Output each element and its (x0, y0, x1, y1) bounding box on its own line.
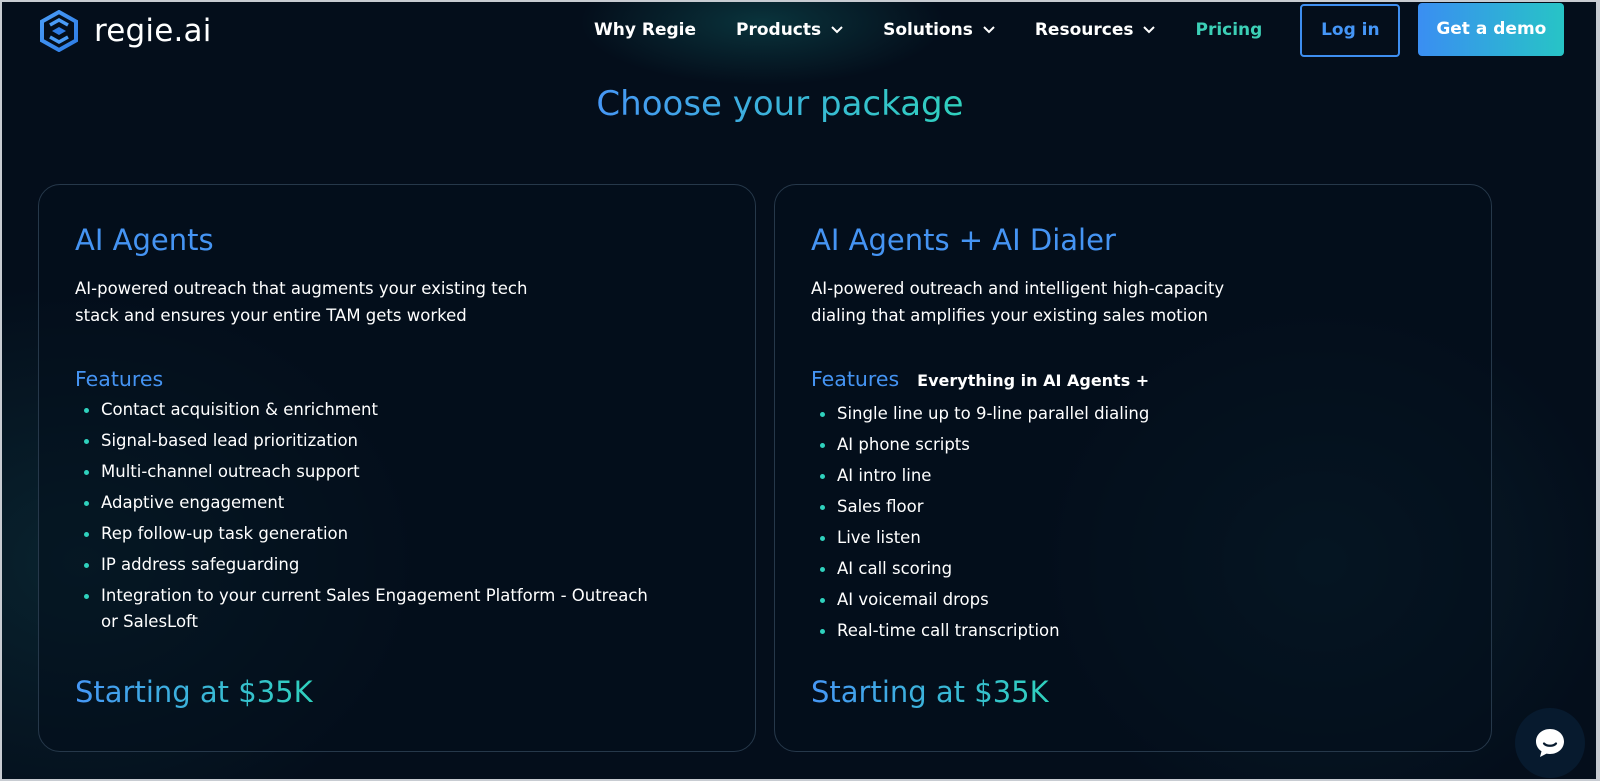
card-description: AI-powered outreach that augments your e… (75, 279, 528, 325)
list-item: Signal-based lead prioritization (83, 428, 663, 454)
list-item: Rep follow-up task generation (83, 521, 663, 547)
features-header: Features (75, 367, 719, 391)
get-demo-button[interactable]: Get a demo (1418, 2, 1565, 56)
logo-text: regie.ai (94, 13, 212, 49)
card-description: AI-powered outreach and intelligent high… (811, 279, 1225, 325)
chevron-down-icon (983, 26, 995, 34)
card-title: AI Agents (75, 223, 214, 257)
price-label: Starting at $35K (811, 675, 1049, 709)
package-card-ai-agents: AI Agents AI-powered outreach that augme… (38, 184, 756, 752)
page-title: Choose your package (2, 84, 1558, 124)
list-item: AI voicemail drops (819, 587, 1399, 613)
list-item: Single line up to 9-line parallel dialin… (819, 401, 1399, 427)
nav-why-regie[interactable]: Why Regie (594, 20, 696, 40)
chevron-down-icon (1143, 26, 1156, 34)
package-card-ai-agents-dialer: AI Agents + AI Dialer AI-powered outreac… (774, 184, 1492, 752)
price-text: Starting at $35K (75, 675, 313, 709)
login-button[interactable]: Log in (1300, 3, 1401, 57)
nav-solutions-label: Solutions (883, 20, 973, 40)
price-text: Starting at $35K (811, 675, 1049, 709)
list-item: Adaptive engagement (83, 490, 663, 516)
regie-hexagon-logo-icon (40, 10, 78, 52)
list-item: Real-time call transcription (819, 618, 1399, 644)
chevron-down-icon (831, 26, 843, 34)
list-item: Live listen (819, 525, 1399, 551)
list-item: AI phone scripts (819, 432, 1399, 458)
feature-list: Contact acquisition & enrichment Signal-… (75, 397, 719, 635)
chat-launcher-button[interactable] (1515, 708, 1585, 778)
card-title: AI Agents + AI Dialer (811, 223, 1116, 257)
features-label: Features (75, 367, 164, 391)
list-item: AI intro line (819, 463, 1399, 489)
nav-resources[interactable]: Resources (1035, 20, 1156, 40)
list-item: IP address safeguarding (83, 552, 663, 578)
features-extra-note: Everything in AI Agents + (917, 371, 1150, 390)
list-item: Sales floor (819, 494, 1399, 520)
features-label: Features (811, 367, 900, 391)
nav-products[interactable]: Products (736, 20, 843, 40)
nav-resources-label: Resources (1034, 20, 1134, 40)
nav-pricing[interactable]: Pricing (1195, 20, 1262, 40)
logo[interactable]: regie.ai (38, 10, 212, 52)
chat-bubble-icon (1536, 729, 1564, 757)
nav-why-regie-label: Why Regie (594, 20, 696, 40)
window-edge (1596, 2, 1598, 779)
list-item: Integration to your current Sales Engage… (83, 583, 663, 635)
page-title-text: Choose your package (596, 84, 964, 124)
list-item: Multi-channel outreach support (83, 459, 663, 485)
price-label: Starting at $35K (75, 675, 313, 709)
nav-solutions[interactable]: Solutions (883, 20, 995, 40)
page-frame: regie.ai Why Regie Products Solutions Re… (0, 0, 1600, 781)
list-item: Contact acquisition & enrichment (83, 397, 663, 423)
features-header: Features Everything in AI Agents + (811, 367, 1455, 391)
list-item: AI call scoring (819, 556, 1399, 582)
nav-products-label: Products (736, 20, 822, 40)
feature-list: Single line up to 9-line parallel dialin… (811, 401, 1455, 644)
main-nav: Why Regie Products Solutions Resources P… (594, 2, 1565, 58)
nav-pricing-label: Pricing (1195, 20, 1263, 40)
